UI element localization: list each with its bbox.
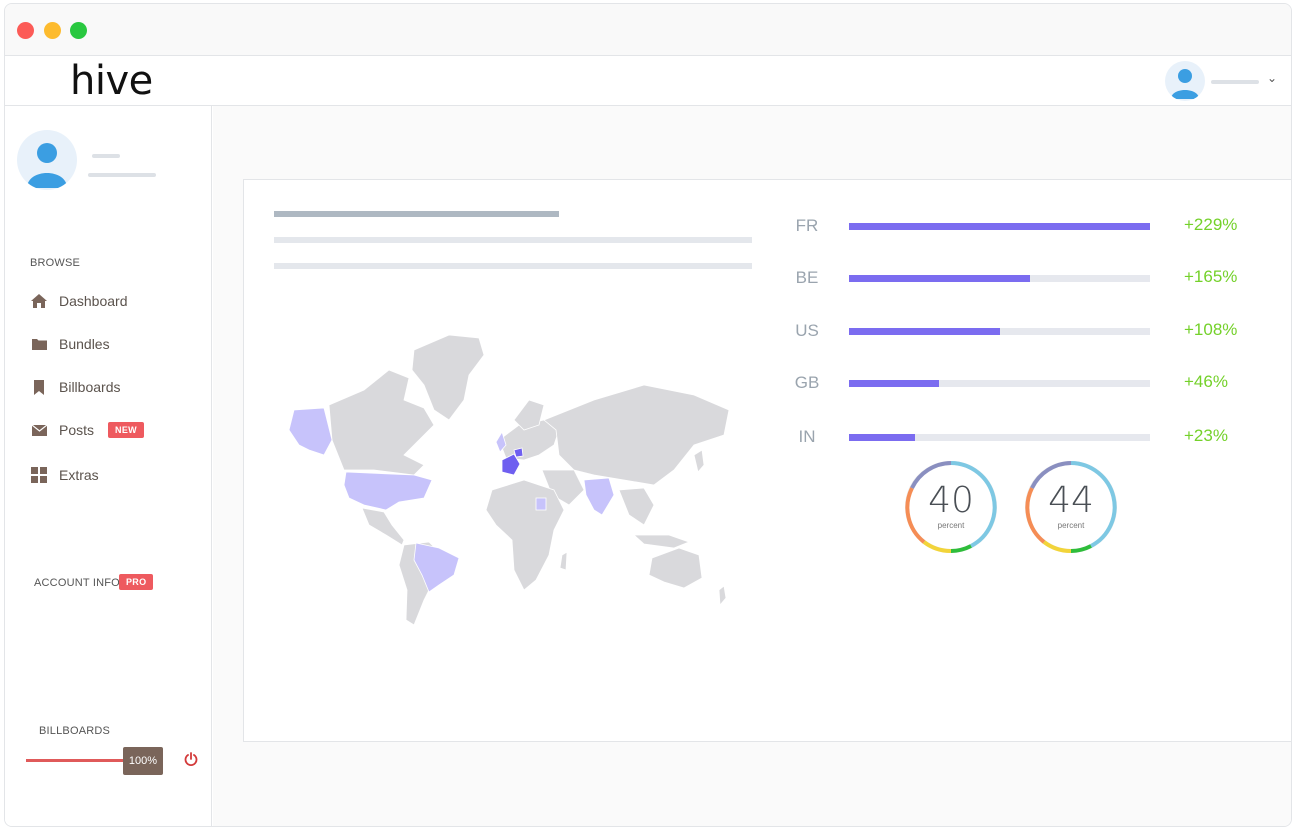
stat-percent: +165% [1184, 267, 1238, 286]
profile-name-placeholder [92, 154, 120, 158]
map-region-australia [648, 547, 703, 589]
folder-icon [31, 336, 47, 352]
pro-badge: PRO [119, 574, 154, 590]
world-map[interactable] [274, 330, 734, 630]
country-code: FR [795, 216, 819, 235]
map-region-central-america [361, 507, 405, 546]
country-code: US [795, 321, 819, 340]
stat-bar-fill [849, 380, 940, 387]
profile-avatar[interactable] [17, 130, 77, 190]
sidebar-item-bundles[interactable]: Bundles [31, 332, 201, 356]
stat-bar-track [849, 380, 1150, 387]
country-code: IN [798, 427, 816, 446]
map-region-usa [343, 471, 433, 511]
stat-percent: +23% [1184, 426, 1228, 445]
maximize-window-button[interactable] [70, 22, 87, 39]
map-region-new-zealand [718, 585, 727, 607]
sidebar-item-dashboard[interactable]: Dashboard [31, 289, 201, 313]
billboards-slider-track[interactable] [26, 759, 126, 762]
stat-bar-track [849, 434, 1150, 441]
map-region-southeast-asia [618, 487, 655, 526]
account-info-label[interactable]: ACCOUNT INFO [34, 577, 120, 589]
home-icon [31, 293, 47, 309]
stat-row-us: US +108% [792, 319, 1252, 343]
gauge-unit: percent [937, 521, 965, 530]
sidebar-item-label: Billboards [59, 379, 121, 395]
map-region-alaska [288, 407, 333, 456]
gauge-unit: percent [1057, 521, 1085, 530]
new-badge: NEW [108, 422, 144, 438]
stat-row-gb: GB +46% [792, 371, 1252, 395]
bookmark-icon [31, 379, 47, 395]
stat-bar-fill [849, 275, 1030, 282]
main-content: FR +229% BE +165% US +108% GB +46% IN +2… [213, 106, 1291, 826]
card-title-placeholder [274, 211, 559, 217]
user-icon [1171, 69, 1199, 99]
sidebar-item-billboards[interactable]: Billboards [31, 375, 201, 399]
stat-bar-fill [849, 328, 1000, 335]
sidebar-item-label: Bundles [59, 336, 110, 352]
close-window-button[interactable] [17, 22, 34, 39]
country-code: BE [795, 268, 819, 287]
stat-row-fr: FR +229% [792, 214, 1252, 238]
country-code: GB [794, 373, 820, 392]
sidebar-item-label: Extras [59, 467, 99, 483]
gauge-2: 44 percent [1022, 458, 1120, 556]
user-menu[interactable]: ⌄ [1165, 61, 1277, 101]
stat-percent: +229% [1184, 215, 1238, 234]
map-region-madagascar [559, 551, 568, 571]
minimize-window-button[interactable] [44, 22, 61, 39]
stat-row-in: IN +23% [792, 425, 1252, 449]
card-text-placeholder [274, 237, 752, 243]
map-region-belgium [513, 447, 524, 458]
stats-card: FR +229% BE +165% US +108% GB +46% IN +2… [243, 179, 1291, 742]
map-region-africa-highlight [535, 497, 547, 511]
billboards-slider-handle[interactable]: 100% [123, 747, 163, 775]
map-region-canada [328, 369, 435, 476]
stat-row-be: BE +165% [792, 266, 1252, 290]
power-icon[interactable] [183, 751, 199, 767]
sidebar-item-extras[interactable]: Extras [31, 463, 201, 487]
stat-percent: +46% [1184, 372, 1228, 391]
user-avatar[interactable] [1165, 61, 1205, 101]
gauge-1: 40 percent [902, 458, 1000, 556]
user-name-placeholder [1211, 80, 1259, 84]
app-logo[interactable]: hive [70, 58, 153, 104]
map-region-japan [693, 449, 705, 473]
map-region-indonesia [632, 534, 691, 549]
map-region-africa [485, 479, 565, 591]
stat-bar-track [849, 223, 1150, 230]
profile-subtitle-placeholder [88, 173, 156, 177]
chevron-down-icon[interactable]: ⌄ [1267, 71, 1277, 85]
sidebar-item-posts[interactable]: Posts NEW [31, 418, 201, 442]
stat-bar-fill [849, 223, 1150, 230]
grid-icon [31, 467, 47, 483]
sidebar-item-label: Dashboard [59, 293, 128, 309]
gauge-value: 44 [1048, 480, 1094, 521]
map-region-india [583, 477, 615, 516]
stat-bar-track [849, 275, 1150, 282]
browse-section-label: BROWSE [30, 257, 81, 269]
gauge-value: 40 [928, 480, 974, 521]
envelope-icon [31, 422, 47, 438]
sidebar-item-label: Posts [59, 422, 95, 438]
top-bar: hive ⌄ [5, 56, 1291, 106]
card-text-placeholder [274, 263, 752, 269]
billboards-section-label: BILLBOARDS [39, 725, 111, 737]
user-icon [27, 143, 67, 188]
sidebar: BROWSE Dashboard Bundles Billboards Post… [5, 106, 212, 826]
stat-percent: +108% [1184, 320, 1238, 339]
stat-bar-track [849, 328, 1150, 335]
title-bar [5, 4, 1291, 56]
app-window: hive ⌄ BROWSE Dashboard Bundles Billboar… [4, 3, 1292, 827]
stat-bar-fill [849, 434, 916, 441]
